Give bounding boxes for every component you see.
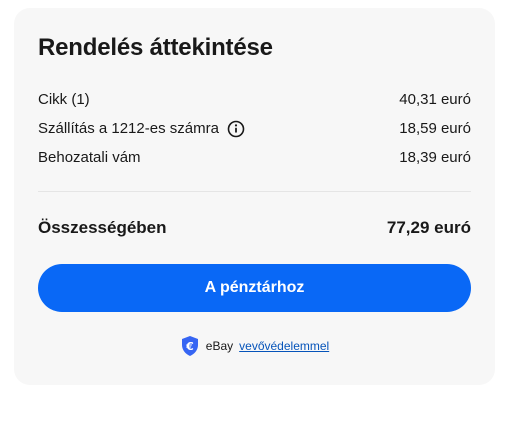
summary-total-row: Összességében 77,29 euró: [38, 217, 471, 239]
info-icon[interactable]: [227, 120, 245, 138]
order-summary-title: Rendelés áttekintése: [38, 34, 273, 61]
total-value: 77,29 euró: [386, 218, 471, 237]
summary-row-label: Szállítás a 1212-es számra: [38, 120, 219, 137]
total-label: Összességében: [38, 218, 167, 237]
summary-divider: [38, 191, 471, 192]
summary-row-label-wrap: Szállítás a 1212-es számra: [38, 119, 245, 139]
summary-row-items: Cikk (1) 40,31 euró: [38, 90, 471, 110]
checkout-button[interactable]: A pénztárhoz: [38, 264, 471, 312]
summary-row-value: 18,39 euró: [399, 149, 471, 166]
euro-shield-icon: €: [180, 335, 200, 357]
summary-row-value: 40,31 euró: [399, 91, 471, 108]
buyer-protection-prefix: eBay: [205, 339, 234, 353]
summary-row-shipping: Szállítás a 1212-es számra 18,59 euró: [38, 119, 471, 139]
summary-row-label: Behozatali vám: [38, 149, 141, 166]
summary-row-import-duty: Behozatali vám 18,39 euró: [38, 148, 471, 168]
summary-row-label: Cikk (1): [38, 91, 90, 108]
summary-row-value: 18,59 euró: [399, 120, 471, 137]
buyer-protection-link[interactable]: vevővédelemmel: [239, 337, 329, 355]
svg-text:€: €: [185, 340, 194, 353]
order-summary-card: Rendelés áttekintése Cikk (1) 40,31 euró…: [14, 8, 495, 385]
buyer-protection: € eBay vevővédelemmel: [14, 335, 495, 357]
